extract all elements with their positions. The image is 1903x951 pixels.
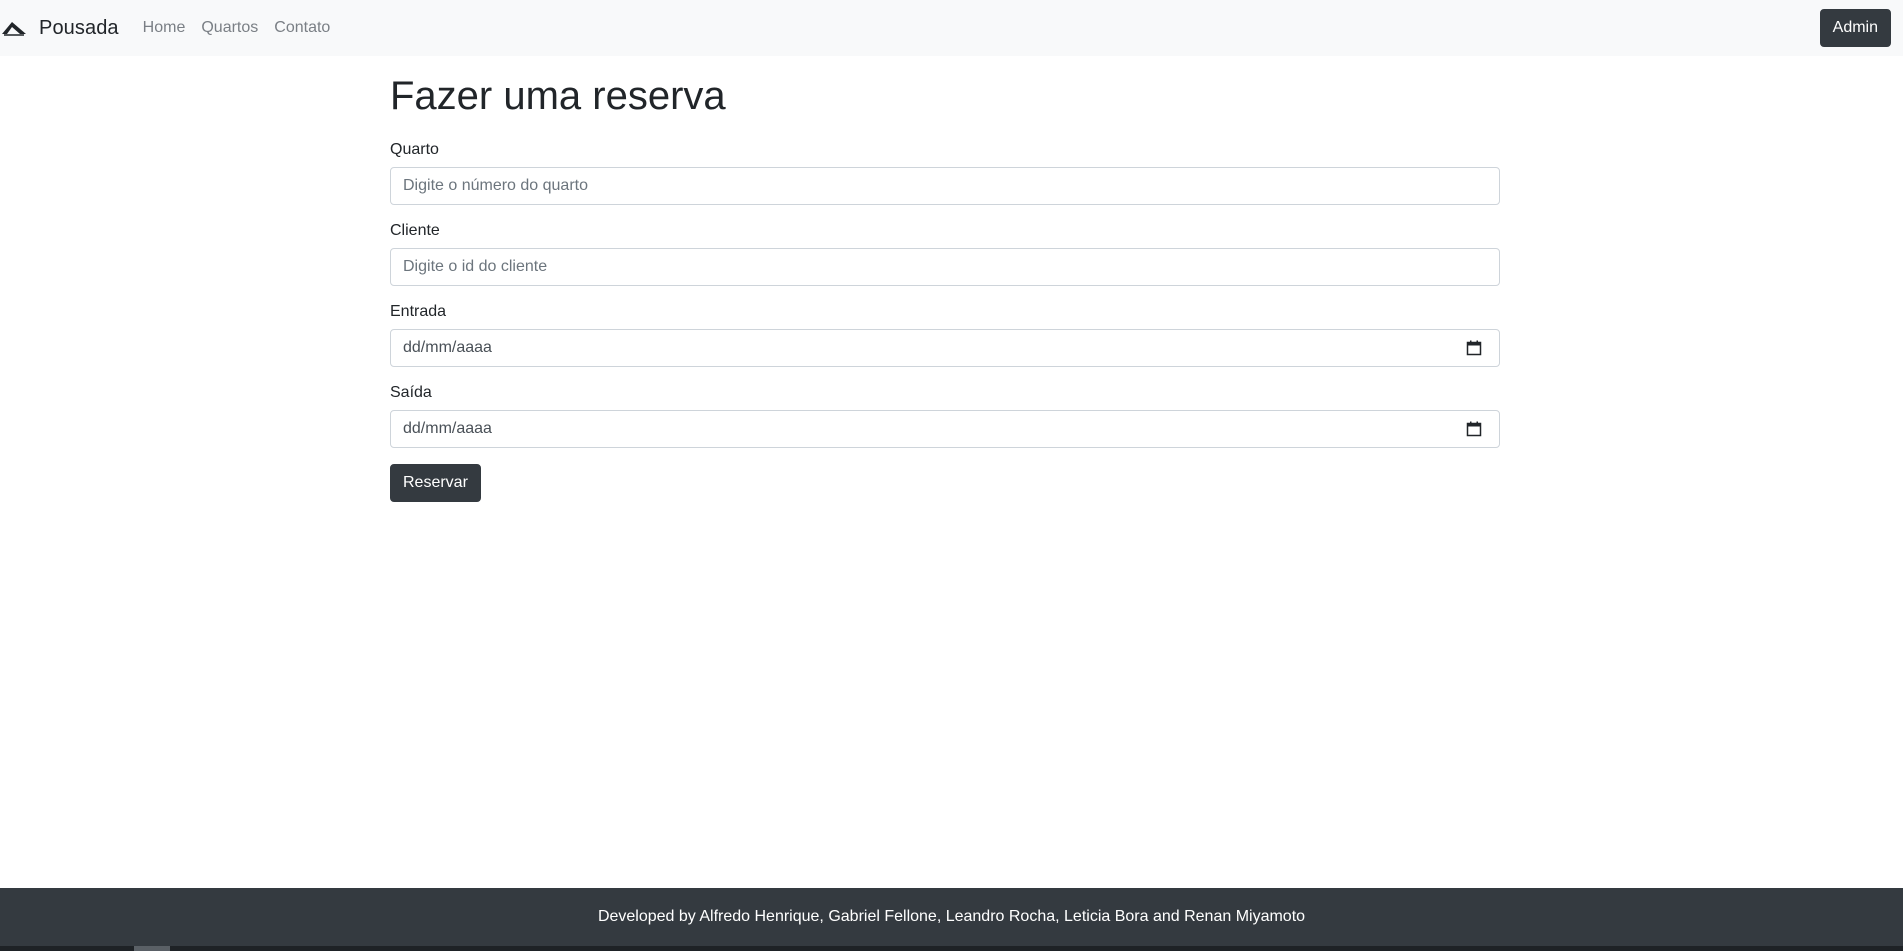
admin-button[interactable]: Admin: [1819, 9, 1891, 47]
reservar-button[interactable]: Reservar: [390, 464, 481, 502]
navbar: Pousada Home Quartos Contato Admin: [0, 0, 1903, 56]
reservation-form: Fazer uma reserva Quarto Cliente Entrada…: [390, 56, 1500, 502]
quarto-label: Quarto: [390, 141, 439, 158]
brand-name: Pousada: [39, 16, 119, 39]
nav-links: Home Quartos Contato: [143, 19, 347, 37]
saida-date-input[interactable]: dd/mm/aaaa: [390, 410, 1500, 448]
entrada-label: Entrada: [390, 303, 447, 320]
nav-link-home[interactable]: Home: [143, 19, 186, 37]
cliente-label: Cliente: [390, 222, 440, 239]
mountain-logo-icon: [1, 19, 27, 37]
brand-link[interactable]: Pousada: [0, 0, 119, 56]
entrada-date-value: dd/mm/aaaa: [403, 339, 492, 356]
quarto-input[interactable]: [390, 167, 1500, 205]
saida-date-value: dd/mm/aaaa: [403, 420, 492, 437]
calendar-icon[interactable]: [1466, 421, 1482, 437]
cliente-input[interactable]: [390, 248, 1500, 286]
footer-credits: Developed by Alfredo Henrique, Gabriel F…: [597, 908, 1306, 925]
saida-label: Saída: [390, 384, 432, 401]
footer: Developed by Alfredo Henrique, Gabriel F…: [0, 888, 1903, 946]
scrollbar-thumb[interactable]: [134, 946, 170, 951]
page-title: Fazer uma reserva: [390, 74, 726, 118]
cliente-group: Cliente: [390, 221, 1500, 286]
calendar-icon[interactable]: [1466, 340, 1482, 356]
nav-link-quartos[interactable]: Quartos: [201, 19, 258, 37]
quarto-group: Quarto: [390, 140, 1500, 205]
nav-link-contato[interactable]: Contato: [274, 19, 330, 37]
saida-group: Saída dd/mm/aaaa: [390, 383, 1500, 448]
entrada-date-input[interactable]: dd/mm/aaaa: [390, 329, 1500, 367]
horizontal-scrollbar[interactable]: [0, 946, 1903, 951]
entrada-group: Entrada dd/mm/aaaa: [390, 302, 1500, 367]
